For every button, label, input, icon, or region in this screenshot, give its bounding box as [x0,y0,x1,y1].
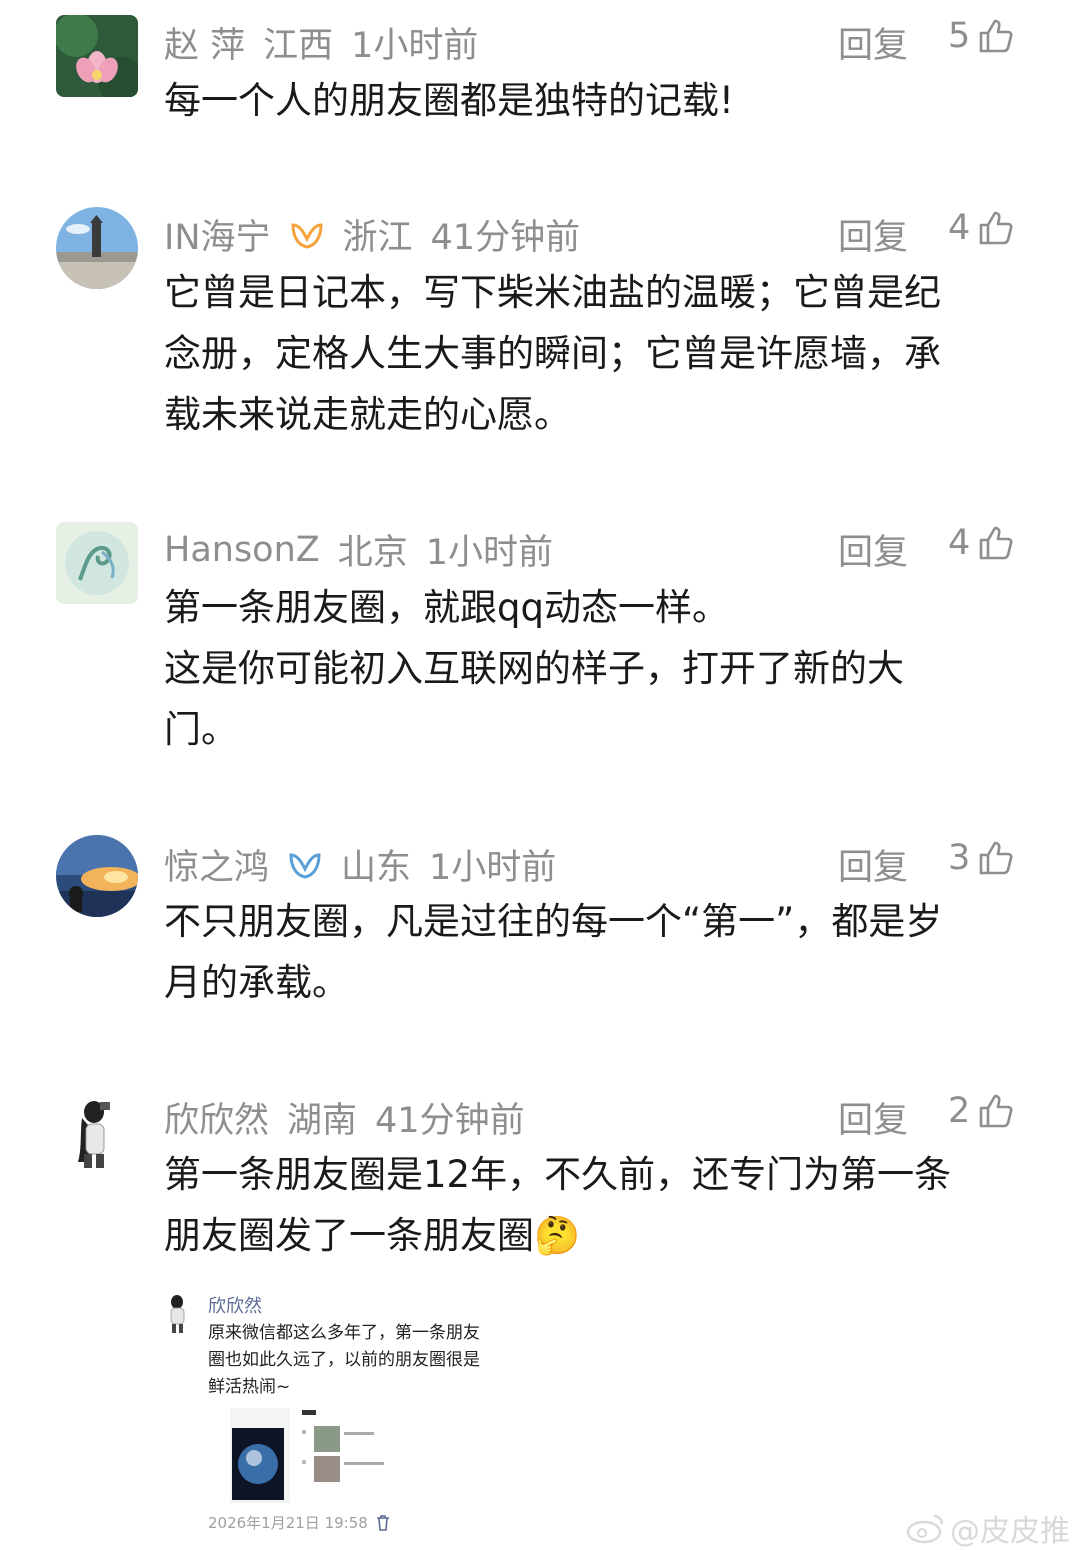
username[interactable]: 欣欣然 [164,1092,269,1143]
like-button[interactable]: 3 [948,838,1016,878]
vip-badge-icon [291,222,323,249]
location: 山东 [341,848,412,888]
like-count: 2 [948,1091,971,1131]
username[interactable]: 赵 萍 [164,17,245,68]
comment-text: 每一个人的朋友圈都是独特的记载! [164,79,734,122]
like-button[interactable]: 2 [948,1091,1016,1131]
trash-icon [376,1514,389,1531]
watermark: @皮皮推 [906,1506,1070,1550]
weibo-logo-icon [906,1514,944,1544]
location: 江西 [263,26,334,66]
reply-button[interactable]: 回复 [838,209,908,260]
comment-text: 不只朋友圈，凡是过往的每一个“第一”，都是岁 月的承载。 [164,900,943,1004]
quoted-timestamp: 2026年1月21日 19:58 [208,1512,390,1533]
timestamp: 1小时前 [429,848,557,888]
thumbs-up-icon [979,1094,1013,1128]
like-count: 4 [948,208,971,248]
timestamp: 1小时前 [351,26,479,66]
comment-meta: HansonZ 北京 1小时前 [164,524,553,575]
quoted-time-text: 2026年1月21日 19:58 [208,1514,368,1532]
timestamp: 1小时前 [425,533,554,573]
comment-meta: 欣欣然 湖南 41分钟前 [164,1092,525,1143]
quoted-text: 原来微信都这么多年了，第一条朋友 圈也如此久远了，以前的朋友圈很是 鲜活热闹~ [208,1323,480,1397]
username[interactable]: IN海宁 [164,209,271,260]
comment-meta: 赵 萍 江西 1小时前 [164,17,478,68]
location: 湖南 [287,1101,358,1141]
like-button[interactable]: 4 [948,523,1016,563]
avatar[interactable] [56,835,138,917]
thumbs-up-icon [979,526,1013,560]
avatar[interactable] [56,15,138,97]
reply-button[interactable]: 回复 [838,1092,908,1143]
quoted-avatar [164,1294,192,1334]
quoted-username: 欣欣然 [208,1296,262,1317]
thumbs-up-icon [979,19,1013,53]
avatar[interactable] [56,1090,138,1172]
attached-screenshot[interactable]: 欣欣然 原来微信都这么多年了，第一条朋友 圈也如此久远了，以前的朋友圈很是 鲜活… [160,1284,520,1544]
like-button[interactable]: 5 [948,16,1016,56]
location: 北京 [337,533,408,573]
comment-meta: 惊之鸿 山东 1小时前 [164,839,556,890]
comment-text: 它曾是日记本，写下柴米油盐的温暖；它曾是纪 念册，定格人生大事的瞬间；它曾是许愿… [164,271,941,436]
timestamp: 41分钟前 [430,218,581,258]
like-count: 3 [948,838,971,878]
like-button[interactable]: 4 [948,208,1016,248]
avatar[interactable] [56,207,138,289]
username[interactable]: 惊之鸿 [164,839,269,890]
comment-text: 第一条朋友圈是12年，不久前，还专门为第一条 朋友圈发了一条朋友圈🤔 [164,1153,952,1257]
reply-button[interactable]: 回复 [838,524,908,575]
comment-meta: IN海宁 浙江 41分钟前 [164,209,580,260]
timestamp: 41分钟前 [375,1101,525,1141]
like-count: 5 [948,16,971,56]
thumbs-up-icon [979,211,1013,245]
location: 浙江 [342,218,413,258]
quoted-images [230,1408,420,1503]
thumbs-up-icon [979,841,1013,875]
vip-badge-icon [289,852,321,879]
avatar[interactable] [56,522,138,604]
username[interactable]: HansonZ [164,530,320,570]
reply-button[interactable]: 回复 [838,839,908,890]
reply-button[interactable]: 回复 [838,17,908,68]
comment-text: 第一条朋友圈，就跟qq动态一样。 这是你可能初入互联网的样子，打开了新的大 门。 [164,586,904,751]
watermark-text: @皮皮推 [950,1514,1070,1549]
like-count: 4 [948,523,971,563]
